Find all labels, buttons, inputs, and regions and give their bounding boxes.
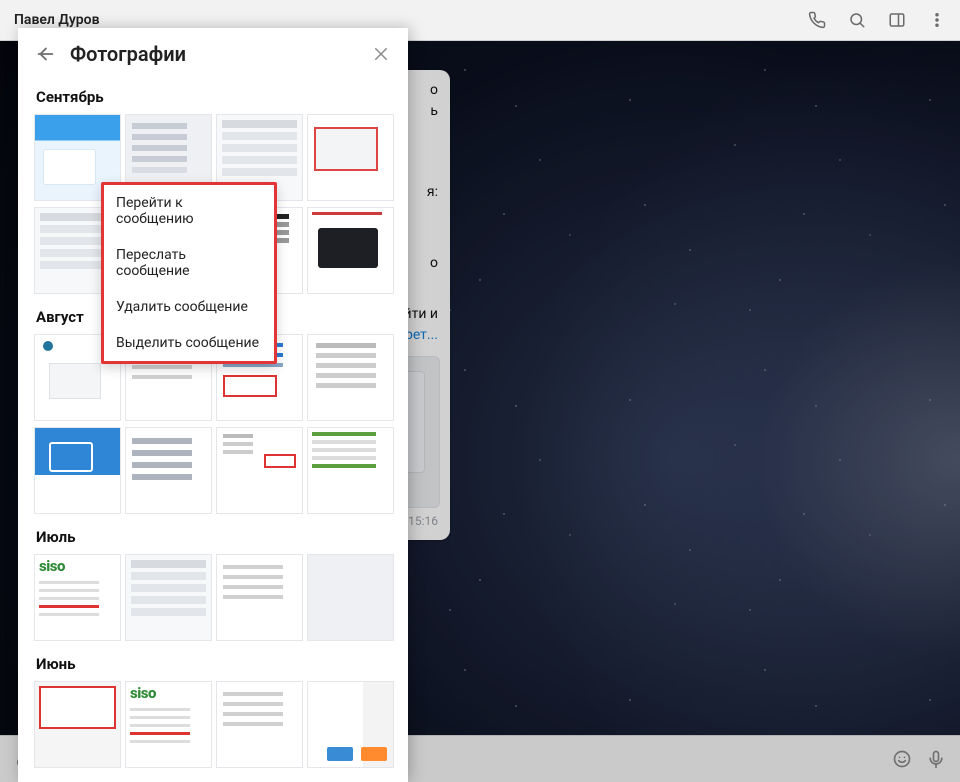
ctx-forward-message[interactable]: Переслать сообщение [104, 237, 274, 289]
search-icon[interactable] [848, 11, 866, 29]
sidebar-toggle-icon[interactable] [888, 11, 906, 29]
photo-grid-jul [34, 554, 392, 641]
back-icon[interactable] [34, 43, 56, 65]
chat-title[interactable]: Павел Дуров [14, 12, 808, 28]
month-header: Июль [36, 528, 392, 546]
photo-thumb[interactable] [307, 681, 394, 768]
photo-thumb[interactable] [216, 681, 303, 768]
ctx-select-message[interactable]: Выделить сообщение [104, 325, 274, 361]
voice-icon[interactable] [926, 749, 946, 769]
photo-thumb[interactable] [307, 114, 394, 201]
close-icon[interactable] [370, 43, 392, 65]
photo-thumb[interactable] [125, 554, 212, 641]
photo-thumb[interactable] [216, 554, 303, 641]
photo-thumb[interactable] [34, 554, 121, 641]
panel-body: Сентябрь Август [18, 74, 408, 782]
photo-thumb[interactable] [307, 334, 394, 421]
photo-thumb[interactable] [216, 427, 303, 514]
panel-title: Фотографии [70, 42, 356, 66]
photo-thumb[interactable] [125, 427, 212, 514]
header-actions [808, 11, 946, 29]
emoji-icon[interactable] [892, 749, 912, 769]
ctx-go-to-message[interactable]: Перейти к сообщению [104, 185, 274, 237]
photo-thumb[interactable] [34, 681, 121, 768]
context-menu: Перейти к сообщению Переслать сообщение … [101, 182, 277, 364]
app-root: Павел Дуров о ь я: [0, 0, 960, 782]
photo-grid-jun [34, 681, 392, 768]
photo-thumb[interactable] [125, 681, 212, 768]
photo-thumb[interactable] [34, 427, 121, 514]
photo-thumb[interactable] [307, 427, 394, 514]
photo-thumb[interactable] [307, 207, 394, 294]
panel-header: Фотографии [18, 28, 408, 74]
month-header: Сентябрь [36, 88, 392, 106]
call-icon[interactable] [808, 11, 826, 29]
photo-thumb[interactable] [307, 554, 394, 641]
more-icon[interactable] [928, 11, 946, 29]
media-panel: Фотографии Сентябрь Август [18, 28, 408, 782]
ctx-delete-message[interactable]: Удалить сообщение [104, 289, 274, 325]
month-header: Июнь [36, 655, 392, 673]
